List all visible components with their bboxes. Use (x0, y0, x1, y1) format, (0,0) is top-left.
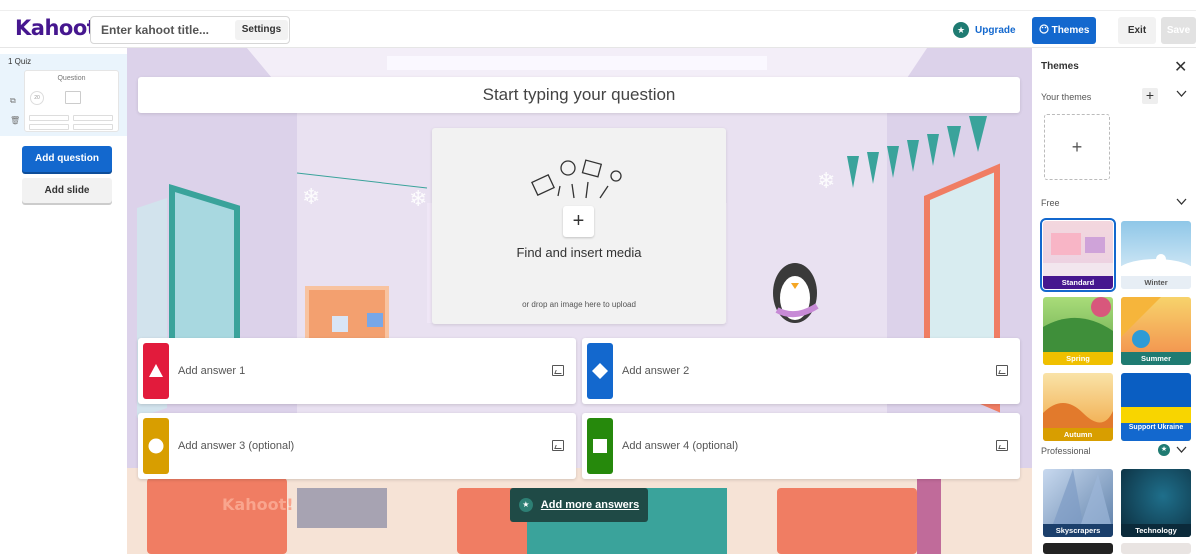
slide-list-item[interactable]: 1 Quiz ⧉ 🗑 Question 20 (0, 54, 127, 136)
slide-thumbnail[interactable]: Question 20 (24, 70, 119, 132)
theme-card-more[interactable] (1043, 543, 1113, 554)
answer-2-image-icon[interactable] (996, 365, 1008, 376)
thumbnail-answer (73, 115, 113, 121)
upgrade-label: Upgrade (975, 24, 1016, 36)
exit-button[interactable]: Exit (1118, 17, 1156, 44)
theme-card-support-ukraine[interactable]: Support Ukraine (1121, 373, 1191, 441)
triangle-icon (149, 364, 163, 377)
answer-4-text[interactable]: Add answer 4 (optional) (622, 413, 738, 479)
thumbnail-answer (29, 115, 69, 121)
answer-1-text[interactable]: Add answer 1 (178, 338, 245, 404)
theme-label: Winter (1121, 276, 1191, 289)
answer-2-color (587, 343, 613, 399)
answer-1-color (143, 343, 169, 399)
add-slide-button[interactable]: Add slide (22, 178, 112, 203)
answer-4-image-icon[interactable] (996, 440, 1008, 451)
answer-4-field[interactable]: Add answer 4 (optional) (582, 413, 1020, 479)
free-themes-label: Free (1041, 198, 1060, 208)
slides-sidebar: 1 Quiz ⧉ 🗑 Question 20 Add question Add … (0, 48, 127, 554)
star-icon: ★ (953, 22, 969, 38)
answer-3-image-icon[interactable] (552, 440, 564, 451)
themes-label: Themes (1051, 25, 1090, 36)
answer-1-image-icon[interactable] (552, 365, 564, 376)
answer-3-text[interactable]: Add answer 3 (optional) (178, 413, 294, 479)
themes-button[interactable]: Themes (1032, 17, 1096, 44)
chevron-down-icon[interactable] (1176, 90, 1187, 101)
theme-label: Spring (1043, 352, 1113, 365)
top-bar: Kahoot! Settings ★ Upgrade Themes Exit S… (0, 10, 1196, 48)
svg-text:❄: ❄ (302, 185, 320, 210)
media-title: Find and insert media (516, 245, 642, 260)
media-illustration-icon (531, 159, 622, 199)
premium-star-icon: ★ (1158, 444, 1170, 456)
professional-themes-label: Professional (1041, 446, 1091, 456)
diamond-icon (592, 363, 608, 379)
themes-panel-title: Themes (1041, 61, 1079, 72)
add-media-button[interactable]: + (563, 206, 594, 237)
thumbnail-answer (29, 124, 69, 130)
chevron-down-icon[interactable] (1176, 446, 1187, 457)
theme-card-standard[interactable]: Standard (1040, 218, 1116, 292)
upgrade-button[interactable]: ★ Upgrade (953, 21, 1016, 39)
delete-icon[interactable]: 🗑 (10, 116, 20, 125)
thumbnail-answer (73, 124, 113, 130)
settings-button[interactable]: Settings (235, 20, 288, 40)
slide-number: 1 Quiz (8, 57, 32, 66)
theme-label: Summer (1121, 352, 1191, 365)
svg-text:❄: ❄ (409, 187, 427, 212)
title-field[interactable]: Settings (90, 16, 290, 44)
duplicate-icon[interactable]: ⧉ (10, 96, 19, 105)
palette-icon (1038, 24, 1049, 37)
answer-2-text[interactable]: Add answer 2 (622, 338, 689, 404)
theme-label: Autumn (1043, 428, 1113, 441)
theme-card-winter[interactable]: Winter (1121, 221, 1191, 289)
theme-card-summer[interactable]: Summer (1121, 297, 1191, 365)
theme-label: Skyscrapers (1043, 524, 1113, 537)
add-more-answers-button[interactable]: ★ Add more answers (510, 488, 648, 522)
answer-4-color (587, 418, 613, 474)
question-field[interactable] (138, 77, 1020, 113)
question-canvas: ❄ ❄ ❄ Kahoot! Start typing your question… (127, 48, 1032, 554)
answer-1-field[interactable]: Add answer 1 (138, 338, 576, 404)
your-themes-label: Your themes (1041, 92, 1092, 102)
theme-label: Support Ukraine (1121, 423, 1191, 441)
add-question-button[interactable]: Add question (22, 146, 112, 172)
thumbnail-timer: 20 (30, 91, 44, 105)
star-icon: ★ (518, 498, 533, 512)
svg-text:Kahoot!: Kahoot! (222, 495, 294, 514)
square-icon (593, 439, 607, 453)
thumbnail-image-icon (65, 91, 81, 104)
chevron-down-icon[interactable] (1176, 198, 1187, 209)
answer-3-field[interactable]: Add answer 3 (optional) (138, 413, 576, 479)
theme-card-spring[interactable]: Spring (1043, 297, 1113, 365)
close-icon[interactable]: ✕ (1174, 57, 1187, 77)
svg-text:❄: ❄ (817, 169, 835, 194)
theme-card-skyscrapers[interactable]: Skyscrapers (1043, 469, 1113, 537)
thumbnail-question: Question (57, 75, 86, 82)
media-subtitle: or drop an image here to upload (522, 300, 636, 309)
save-button[interactable]: Save (1161, 17, 1196, 44)
answer-3-color (143, 418, 169, 474)
add-theme-button[interactable]: + (1142, 88, 1158, 104)
themes-panel: Themes ✕ Your themes + + Free Standard W… (1032, 48, 1196, 554)
kahoot-title-input[interactable] (91, 17, 231, 43)
circle-icon (148, 438, 164, 454)
theme-card-technology[interactable]: Technology (1121, 469, 1191, 537)
theme-label: Technology (1121, 524, 1191, 537)
add-more-answers-label: Add more answers (540, 499, 640, 511)
answer-2-field[interactable]: Add answer 2 (582, 338, 1020, 404)
media-upload-area[interactable]: + Find and insert media or drop an image… (432, 128, 726, 324)
theme-label: Standard (1043, 276, 1113, 289)
question-input[interactable] (138, 77, 1020, 113)
theme-card-autumn[interactable]: Autumn (1043, 373, 1113, 441)
create-theme-placeholder[interactable]: + (1044, 114, 1110, 180)
theme-card-more[interactable] (1121, 543, 1191, 554)
